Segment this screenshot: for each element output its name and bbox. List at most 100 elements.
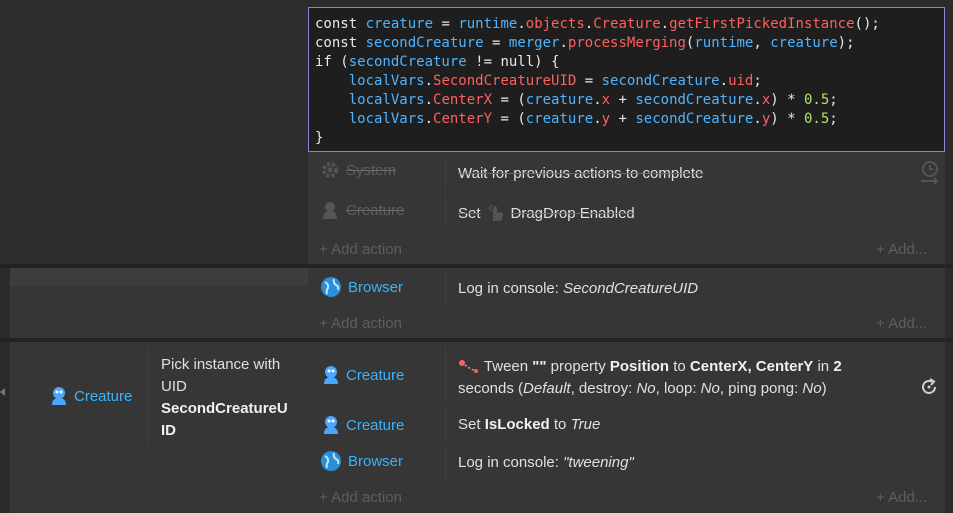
code-token: .	[753, 111, 762, 127]
disabled-action-system[interactable]: System	[320, 160, 396, 180]
code-token: objects	[525, 16, 585, 32]
action-label: Set	[458, 416, 485, 433]
gear-icon	[322, 162, 338, 178]
code-token: );	[837, 35, 855, 51]
globe-icon	[321, 277, 341, 297]
action-label: to	[549, 416, 571, 433]
code-token: }	[315, 130, 324, 146]
condition-object-creature[interactable]: Creature	[50, 386, 132, 406]
action-object-creature-set[interactable]: Creature	[322, 415, 404, 435]
disabled-action-creature[interactable]: Creature	[320, 200, 404, 220]
tween-text: property	[546, 358, 610, 375]
code-token: 0.5	[803, 92, 830, 108]
tween-tag: ""	[532, 358, 547, 375]
code-token: CenterX	[433, 92, 493, 108]
code-token: creature	[525, 111, 594, 127]
object-name: System	[346, 161, 397, 179]
event-block-browser-header	[10, 268, 308, 286]
script-code-block[interactable]: const creature = runtime.objects.Creatur…	[308, 7, 945, 152]
code-token: secondCreature	[635, 111, 754, 127]
action-label: Log in console:	[458, 280, 564, 297]
tween-text: in	[813, 358, 834, 375]
add-more-link[interactable]: + Add...	[876, 315, 927, 332]
creature-icon	[323, 202, 337, 219]
tween-pingpong: No	[802, 380, 822, 397]
code-token: SecondCreatureUID	[433, 73, 577, 89]
event-area-top	[0, 0, 308, 264]
code-token: creature	[365, 16, 434, 32]
tween-text: , ping pong:	[719, 380, 803, 397]
action-object-browser[interactable]: Browser	[320, 276, 403, 298]
condition-value: ID	[161, 422, 176, 439]
add-action-link[interactable]: + Add action	[319, 315, 402, 332]
tween-text: Tween	[483, 358, 533, 375]
add-action-link[interactable]: + Add action	[319, 241, 402, 258]
tween-ease: Default	[523, 380, 571, 397]
loop-icon[interactable]	[919, 377, 939, 397]
code-token: y	[601, 111, 611, 127]
code-token: processMerging	[567, 35, 686, 51]
divider	[445, 194, 446, 228]
object-name: Creature	[346, 416, 405, 434]
code-line: if (secondCreature != null) {	[315, 53, 938, 72]
action-value: "tweening"	[563, 454, 634, 471]
code-token: x	[761, 92, 771, 108]
add-more-link[interactable]: + Add...	[876, 241, 927, 258]
code-token: ) *	[770, 92, 804, 108]
code-token: localVars	[348, 73, 425, 89]
tween-duration: 2	[833, 358, 842, 375]
condition-value: SecondCreatureU	[161, 400, 288, 417]
action-log-console[interactable]: Log in console: SecondCreatureUID	[458, 280, 698, 297]
code-token: =	[483, 35, 509, 51]
object-name: Creature	[346, 201, 405, 219]
condition-text[interactable]: Pick instance with UID SecondCreatureU I…	[161, 354, 288, 442]
action-text-prefix: Set	[458, 204, 481, 222]
action-text-dragdrop: Set DragDrop Enabled	[458, 203, 635, 223]
action-log-tweening[interactable]: Log in console: "tweening"	[458, 454, 634, 471]
add-more-link[interactable]: + Add...	[876, 489, 927, 506]
code-token: .	[424, 73, 434, 89]
tween-text: seconds (	[458, 380, 524, 397]
code-token: Creature	[593, 16, 661, 32]
action-object-creature-tween[interactable]: Creature	[322, 365, 404, 385]
code-token: CenterY	[433, 111, 493, 127]
object-name: Creature	[346, 366, 405, 384]
code-token: localVars	[348, 92, 425, 108]
action-tween[interactable]: Tween "" property Position to CenterX, C…	[458, 356, 908, 400]
tween-text: , loop:	[655, 380, 701, 397]
condition-text-line: Pick instance with	[161, 356, 281, 373]
code-token: ) *	[770, 111, 804, 127]
code-token: creature	[525, 92, 594, 108]
add-action-link[interactable]: + Add action	[319, 489, 402, 506]
code-token: secondCreature	[635, 92, 754, 108]
action-label: Log in console:	[458, 454, 564, 471]
action-text-suffix: DragDrop Enabled	[510, 204, 635, 222]
code-token: y	[761, 111, 771, 127]
divider	[445, 446, 446, 480]
creature-icon	[324, 366, 338, 384]
divider	[148, 346, 149, 446]
code-token: = (	[492, 111, 526, 127]
code-token: uid	[728, 73, 754, 89]
tween-text: )	[821, 380, 827, 397]
actions-panel-browser	[308, 268, 945, 338]
action-set-islocked[interactable]: Set IsLocked to True	[458, 416, 600, 433]
divider	[445, 156, 446, 190]
collapse-arrow[interactable]	[0, 388, 5, 396]
code-line: localVars.SecondCreatureUID = secondCrea…	[315, 72, 938, 91]
code-token: merger	[508, 35, 560, 51]
action-object-browser-log[interactable]: Browser	[320, 450, 403, 472]
code-token: runtime	[458, 16, 518, 32]
divider	[445, 272, 446, 306]
code-token: secondCreature	[365, 35, 484, 51]
object-name: Browser	[348, 278, 404, 296]
code-token: .	[559, 35, 568, 51]
code-token: != null) {	[466, 54, 560, 70]
code-token: .	[593, 111, 602, 127]
code-token: .	[424, 111, 434, 127]
code-token: .	[753, 92, 762, 108]
globe-icon	[321, 451, 341, 471]
code-token: secondCreature	[601, 73, 720, 89]
